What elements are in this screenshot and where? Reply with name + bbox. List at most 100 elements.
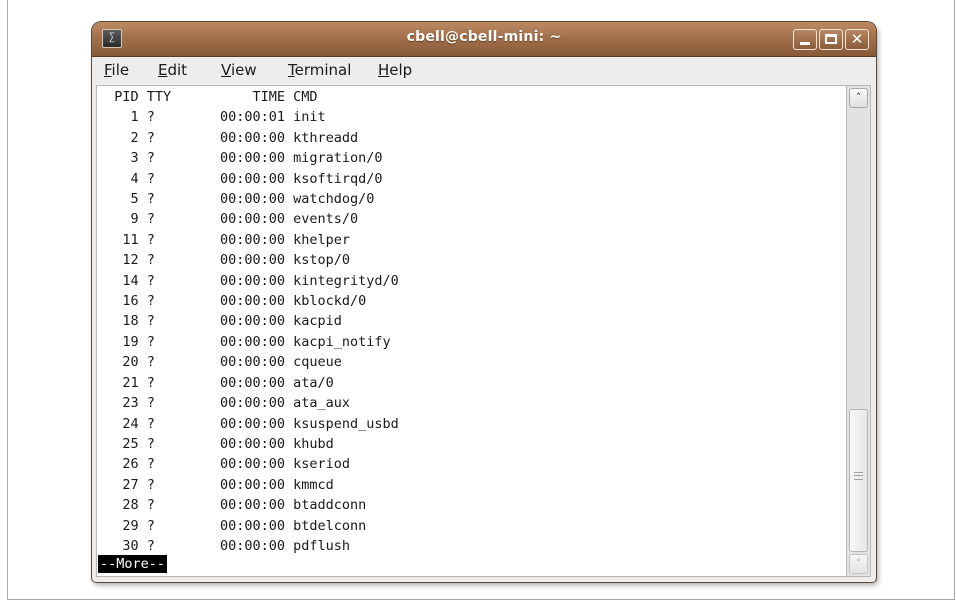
process-tty: ? (146, 354, 212, 371)
minimize-button[interactable] (793, 29, 817, 50)
process-time: 00:00:00 (219, 415, 285, 432)
more-prompt: --More-- (98, 555, 168, 573)
process-cmd: init (293, 109, 326, 126)
process-time: 00:00:00 (219, 231, 285, 248)
process-row: 24 ? 00:00:00 ksuspend_usbd (98, 415, 398, 432)
process-pid: 9 (98, 211, 139, 228)
process-row: 4 ? 00:00:00 ksoftirqd/0 (98, 171, 383, 187)
process-pid: 18 (98, 313, 139, 330)
process-pid: 29 (98, 517, 139, 534)
process-row: 19 ? 00:00:00 kacpi_notify (98, 333, 391, 350)
process-row: 30 ? 00:00:00 pdflush (98, 538, 350, 554)
menu-edit[interactable]: Edit (158, 61, 187, 79)
ps-output: PID TTY TIME CMD 1 ? 00:00:01 init 2 ? 0… (98, 87, 399, 556)
process-pid: 28 (98, 497, 139, 514)
process-tty: ? (146, 129, 212, 146)
process-pid: 21 (98, 374, 139, 391)
process-cmd: btaddconn (293, 497, 367, 514)
process-pid: 26 (98, 456, 139, 473)
process-pid: 24 (98, 415, 139, 432)
process-cmd: kblockd/0 (293, 293, 367, 310)
menu-bar: File Edit View Terminal Help (92, 57, 876, 85)
process-time: 00:00:00 (219, 333, 285, 350)
process-row: 5 ? 00:00:00 watchdog/0 (98, 191, 375, 208)
menu-view[interactable]: View (221, 61, 257, 79)
process-pid: 25 (98, 435, 139, 452)
process-cmd: kacpid (293, 313, 342, 330)
process-cmd: watchdog/0 (293, 191, 375, 208)
process-row: 25 ? 00:00:00 khubd (98, 435, 333, 452)
process-tty: ? (146, 170, 212, 187)
process-pid: 11 (98, 231, 139, 248)
process-row: 27 ? 00:00:00 kmmcd (98, 476, 334, 493)
process-time: 00:00:00 (219, 435, 285, 452)
process-cmd: kthreadd (293, 129, 359, 146)
process-cmd: khelper (293, 231, 351, 248)
process-tty: ? (146, 476, 212, 493)
process-pid: 16 (98, 293, 139, 310)
title-bar[interactable]: ∑ cbell@cbell-mini: ~ ✕ (92, 22, 876, 57)
menu-file[interactable]: File (104, 61, 129, 79)
process-cmd: btdelconn (293, 517, 367, 534)
process-tty: ? (146, 150, 212, 167)
process-time: 00:00:00 (219, 313, 285, 330)
process-tty: ? (146, 293, 212, 310)
process-row: 12 ? 00:00:00 kstop/0 (98, 252, 350, 268)
process-cmd: kacpi_notify (293, 333, 391, 350)
process-pid: 2 (98, 129, 139, 146)
process-cmd: kstop/0 (293, 252, 351, 269)
process-tty: ? (146, 333, 212, 350)
process-tty: ? (146, 415, 212, 432)
maximize-button[interactable] (819, 29, 843, 50)
process-time: 00:00:00 (219, 537, 285, 554)
process-cmd: cqueue (293, 354, 342, 371)
header-pid: PID (98, 89, 139, 105)
process-pid: 19 (98, 333, 139, 350)
scroll-down-button[interactable]: ˅ (849, 554, 868, 574)
menu-help[interactable]: Help (378, 61, 412, 79)
close-icon: ✕ (850, 30, 864, 48)
process-list: 1 ? 00:00:01 init 2 ? 00:00:00 kthreadd … (98, 109, 398, 554)
chevron-up-icon: ˄ (855, 91, 862, 104)
process-row: 29 ? 00:00:00 btdelconn (98, 518, 366, 534)
scroll-up-button[interactable]: ˄ (849, 88, 868, 108)
process-tty: ? (146, 313, 212, 330)
process-time: 00:00:00 (219, 517, 285, 534)
menu-terminal[interactable]: Terminal (288, 61, 351, 79)
process-tty: ? (146, 109, 212, 126)
process-row: 3 ? 00:00:00 migration/0 (98, 150, 383, 166)
process-time: 00:00:00 (219, 191, 285, 208)
process-time: 00:00:00 (219, 150, 285, 167)
terminal-output-area[interactable]: PID TTY TIME CMD 1 ? 00:00:01 init 2 ? 0… (96, 85, 847, 577)
process-row: 20 ? 00:00:00 cqueue (98, 354, 342, 370)
process-pid: 12 (98, 252, 139, 269)
process-time: 00:00:00 (219, 293, 285, 310)
header-time: TIME (219, 89, 285, 105)
process-time: 00:00:00 (219, 272, 285, 289)
process-tty: ? (146, 537, 212, 554)
process-time: 00:00:00 (219, 456, 285, 473)
process-row: 11 ? 00:00:00 khelper (98, 232, 350, 248)
process-pid: 5 (98, 191, 139, 208)
grip-icon (854, 472, 863, 480)
header-tty: TTY (146, 89, 212, 105)
process-row: 28 ? 00:00:00 btaddconn (98, 497, 366, 513)
process-pid: 14 (98, 272, 139, 289)
process-tty: ? (146, 395, 212, 412)
process-row: 9 ? 00:00:00 events/0 (98, 211, 359, 228)
process-pid: 1 (98, 109, 139, 126)
process-pid: 23 (98, 395, 139, 412)
process-cmd: events/0 (293, 211, 359, 228)
process-time: 00:00:01 (219, 109, 285, 126)
process-tty: ? (146, 211, 212, 228)
vertical-scrollbar[interactable]: ˄ ˅ (847, 85, 871, 577)
close-button[interactable]: ✕ (845, 29, 869, 50)
terminal-window: ∑ cbell@cbell-mini: ~ ✕ File Edit View T… (92, 22, 876, 582)
scroll-thumb[interactable] (849, 409, 868, 552)
process-time: 00:00:00 (219, 476, 285, 493)
process-time: 00:00:00 (219, 354, 285, 371)
process-time: 00:00:00 (219, 395, 285, 412)
process-cmd: kmmcd (293, 476, 334, 493)
process-time: 00:00:00 (219, 170, 285, 187)
process-row: 14 ? 00:00:00 kintegrityd/0 (98, 272, 398, 289)
